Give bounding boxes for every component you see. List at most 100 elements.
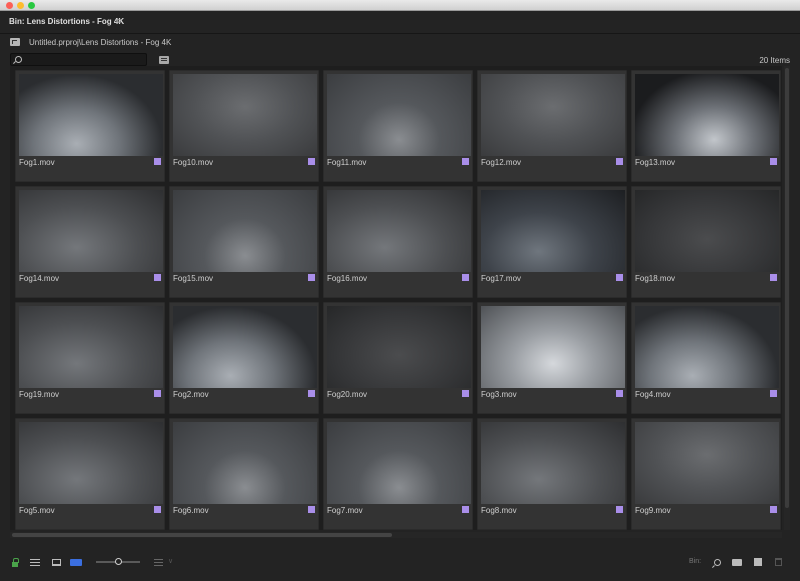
clip-card[interactable]: Fog17.mov (477, 186, 627, 298)
clip-name: Fog19.mov (19, 390, 60, 399)
clip-thumbnail[interactable] (481, 190, 625, 272)
icon-view-icon[interactable] (50, 556, 62, 568)
clip-card[interactable]: Fog3.mov (477, 302, 627, 414)
clip-card[interactable]: Fog10.mov (169, 70, 319, 182)
clip-thumbnail[interactable] (19, 190, 163, 272)
lock-icon[interactable] (9, 556, 21, 568)
clip-thumbnail[interactable] (19, 306, 163, 388)
panel-tab-title[interactable]: Bin: Lens Distortions - Fog 4K (9, 17, 124, 26)
clip-thumbnail[interactable] (481, 422, 625, 504)
clip-name: Fog8.mov (481, 506, 517, 515)
search-input[interactable] (27, 55, 142, 65)
clip-name: Fog9.mov (635, 506, 671, 515)
horizontal-scrollbar[interactable] (10, 532, 782, 538)
clip-thumbnail[interactable] (173, 306, 317, 388)
clip-thumbnail[interactable] (327, 190, 471, 272)
clip-card[interactable]: Fog4.mov (631, 302, 781, 414)
clip-card[interactable]: Fog2.mov (169, 302, 319, 414)
clear-icon[interactable] (772, 556, 784, 568)
search-field[interactable] (10, 53, 147, 66)
label-color-swatch (462, 158, 469, 165)
clip-card[interactable]: Fog8.mov (477, 418, 627, 530)
label-color-swatch (462, 506, 469, 513)
clip-thumbnail[interactable] (327, 74, 471, 156)
new-bin-icon[interactable] (731, 556, 743, 568)
clip-name: Fog3.mov (481, 390, 517, 399)
clip-card[interactable]: Fog12.mov (477, 70, 627, 182)
clip-card[interactable]: Fog20.mov (323, 302, 473, 414)
panel-menu-icon[interactable]: ≡ (116, 16, 121, 26)
clip-card[interactable]: Fog13.mov (631, 70, 781, 182)
clip-name: Fog16.mov (327, 274, 368, 283)
label-color-swatch (154, 158, 161, 165)
label-color-swatch (154, 274, 161, 281)
clip-card[interactable]: Fog19.mov (15, 302, 165, 414)
clip-name: Fog18.mov (635, 274, 676, 283)
label-color-swatch (462, 390, 469, 397)
clip-card[interactable]: Fog14.mov (15, 186, 165, 298)
chevron-down-icon[interactable]: ∨ (168, 557, 173, 565)
thumbnail-zoom-slider[interactable] (96, 558, 140, 565)
clip-grid-area[interactable]: Fog1.mov Fog10.mov Fog11.mov Fog12.mov Fog13… (10, 66, 782, 530)
clip-thumbnail[interactable] (173, 190, 317, 272)
clip-thumbnail[interactable] (635, 306, 779, 388)
clip-card[interactable]: Fog6.mov (169, 418, 319, 530)
clip-thumbnail[interactable] (635, 422, 779, 504)
clip-name: Fog4.mov (635, 390, 671, 399)
zoom-window-button[interactable] (28, 2, 35, 9)
label-color-swatch (770, 274, 777, 281)
vertical-scroll-thumb[interactable] (785, 68, 789, 508)
freeform-view-icon[interactable] (70, 556, 82, 568)
navigate-up-icon[interactable] (10, 38, 20, 46)
window-titlebar (0, 0, 800, 11)
search-icon (15, 56, 22, 63)
label-color-swatch (308, 274, 315, 281)
horizontal-scroll-thumb[interactable] (12, 533, 392, 537)
new-item-icon[interactable] (752, 556, 764, 568)
label-color-swatch (770, 390, 777, 397)
clip-name: Fog11.mov (327, 158, 367, 167)
clip-card[interactable]: Fog9.mov (631, 418, 781, 530)
zoom-slider-handle[interactable] (115, 558, 122, 565)
clip-card[interactable]: Fog18.mov (631, 186, 781, 298)
clip-thumbnail[interactable] (481, 306, 625, 388)
clip-card[interactable]: Fog1.mov (15, 70, 165, 182)
new-search-bin-icon[interactable] (159, 56, 169, 64)
clip-card[interactable]: Fog5.mov (15, 418, 165, 530)
clip-grid: Fog1.mov Fog10.mov Fog11.mov Fog12.mov Fog13… (15, 70, 781, 530)
clip-name: Fog10.mov (173, 158, 214, 167)
label-color-swatch (308, 158, 315, 165)
sort-icons-icon[interactable] (152, 556, 164, 568)
clip-name: Fog12.mov (481, 158, 522, 167)
clip-name: Fog1.mov (19, 158, 55, 167)
clip-name: Fog13.mov (635, 158, 676, 167)
clip-thumbnail[interactable] (481, 74, 625, 156)
minimize-window-button[interactable] (17, 2, 24, 9)
bin-path: Untitled.prproj\Lens Distortions - Fog 4… (29, 38, 172, 47)
tab-divider (0, 33, 800, 34)
close-window-button[interactable] (6, 2, 13, 9)
clip-thumbnail[interactable] (19, 422, 163, 504)
clip-name: Fog20.mov (327, 390, 368, 399)
list-view-icon[interactable] (29, 556, 41, 568)
clip-thumbnail[interactable] (19, 74, 163, 156)
clip-name: Fog2.mov (173, 390, 209, 399)
vertical-scrollbar[interactable] (784, 66, 790, 530)
label-color-swatch (154, 506, 161, 513)
clip-card[interactable]: Fog11.mov (323, 70, 473, 182)
clip-card[interactable]: Fog7.mov (323, 418, 473, 530)
label-color-swatch (616, 506, 623, 513)
clip-thumbnail[interactable] (327, 422, 471, 504)
clip-thumbnail[interactable] (635, 74, 779, 156)
clip-thumbnail[interactable] (173, 74, 317, 156)
label-color-swatch (308, 506, 315, 513)
clip-name: Fog6.mov (173, 506, 209, 515)
clip-card[interactable]: Fog15.mov (169, 186, 319, 298)
clip-card[interactable]: Fog16.mov (323, 186, 473, 298)
find-icon[interactable] (711, 556, 723, 568)
clip-thumbnail[interactable] (173, 422, 317, 504)
bin-bottom-toolbar: ∨ Bin: (0, 556, 800, 570)
label-color-swatch (616, 274, 623, 281)
clip-thumbnail[interactable] (635, 190, 779, 272)
clip-thumbnail[interactable] (327, 306, 471, 388)
